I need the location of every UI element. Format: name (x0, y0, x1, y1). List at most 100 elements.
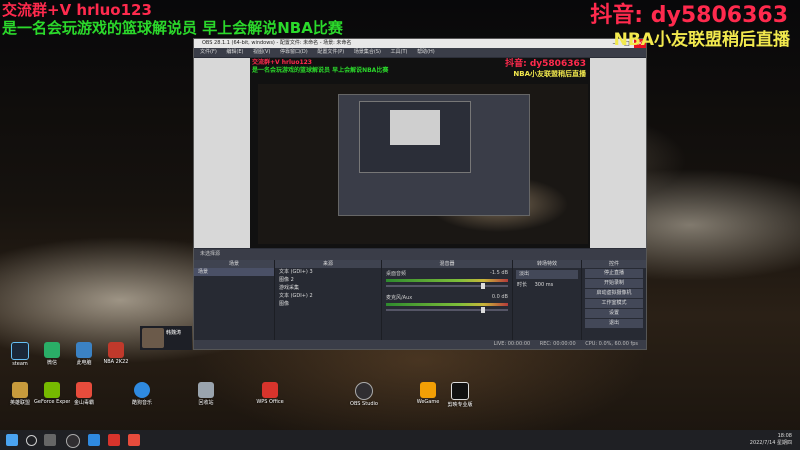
exit-button[interactable]: 退出 (585, 319, 643, 328)
obs-icon (355, 382, 373, 400)
controls-dock: 控件 停止直播 开始录制 启动虚拟摄像机 工作室模式 设置 退出 (582, 260, 646, 340)
volume-slider-handle[interactable] (481, 283, 486, 289)
overlay-intro-text: 是一名会玩游戏的篮球解说员 早上会解说NBA比赛 (2, 19, 343, 37)
controls-header: 控件 (582, 260, 646, 268)
windows-start-icon[interactable] (6, 434, 18, 446)
wechat-icon (44, 342, 60, 358)
source-item[interactable]: 图像 (275, 300, 381, 308)
desktop-icon-obs[interactable]: OBS Studio (346, 382, 382, 407)
studio-mode-button[interactable]: 工作室模式 (585, 299, 643, 308)
volume-slider-handle[interactable] (481, 307, 486, 313)
desktop-icon-recycle-bin[interactable]: 回收站 (188, 382, 224, 406)
steam-icon (11, 342, 29, 360)
preview-overlay-douyin: 抖音: dy5806363 (505, 59, 586, 69)
recycle-bin-icon (198, 382, 214, 398)
duration-input[interactable]: 300 ms (535, 282, 554, 288)
obs-window-title: OBS 28.1.1 (64-bit, windows) - 配置文件: 未命名… (202, 40, 352, 46)
desktop-icon-steam[interactable]: steam (2, 342, 38, 367)
volume-meter (386, 303, 508, 306)
menu-tools[interactable]: 工具(T) (391, 49, 408, 55)
streamer-name: 韩魏涛 (166, 330, 182, 336)
desktop-icon-duba[interactable]: 金山毒霸 (66, 382, 102, 406)
obs-taskbar-icon[interactable] (66, 434, 80, 448)
source-item[interactable]: 游戏采集 (275, 284, 381, 292)
system-clock[interactable]: 18:08 2022/7/14 星期四 (750, 433, 792, 447)
wps-taskbar-icon[interactable] (108, 434, 120, 446)
clock-time: 18:08 (777, 433, 792, 439)
preview-nested-obs-2 (359, 101, 471, 173)
source-item[interactable]: 文本 (GDI+) 2 (275, 292, 381, 300)
desktop-icon-label: 剪映专业版 (447, 402, 473, 408)
cpu-fps: CPU: 0.0%, 60.00 fps (585, 341, 638, 347)
search-icon[interactable] (26, 435, 37, 446)
desktop-icon-label: OBS Studio (350, 401, 378, 407)
duration-label: 时长 (517, 282, 528, 288)
app-taskbar-icon[interactable] (128, 434, 140, 446)
menu-view[interactable]: 视图(V) (253, 49, 270, 55)
volume-slider[interactable] (386, 283, 508, 289)
scenes-dock: 场景 场景 (194, 260, 275, 340)
obs-preview[interactable]: 交流群+V hrluo123 是一名会玩游戏的篮球解说员 早上会解说NBA比赛 … (250, 58, 590, 248)
obs-menu-bar: 文件(F) 编辑(E) 视图(V) 停靠窗口(D) 配置文件(P) 场景集合(S… (194, 48, 646, 57)
browser-taskbar-icon[interactable] (88, 434, 100, 446)
desktop-icon-lol[interactable]: 英雄联盟 (2, 382, 38, 406)
source-toolbar: 未选择源 (194, 249, 646, 260)
desktop-icon-label: NBA 2K22 (103, 359, 129, 365)
rec-timer: REC: 00:00:00 (539, 341, 576, 347)
menu-edit[interactable]: 编辑(E) (226, 49, 243, 55)
no-source-label: 未选择源 (200, 251, 221, 257)
desktop-icon-label: 英雄联盟 (9, 400, 30, 406)
desktop-icon-geforce[interactable]: GeForce Experience (34, 382, 70, 405)
obs-window[interactable]: OBS 28.1.1 (64-bit, windows) - 配置文件: 未命名… (193, 38, 647, 350)
menu-help[interactable]: 帮助(H) (417, 49, 435, 55)
source-item[interactable]: 图像 2 (275, 276, 381, 284)
overlay-schedule-text: NBA小友联盟稍后直播 (613, 30, 790, 50)
virtual-camera-button[interactable]: 启动虚拟摄像机 (585, 289, 643, 298)
volume-slider[interactable] (386, 307, 508, 313)
music-icon (134, 382, 150, 398)
duration-row: 时长 300 ms (513, 281, 581, 289)
desktop-icon-wechat[interactable]: 微信 (34, 342, 70, 366)
streamer-card[interactable]: 韩魏涛 (140, 326, 192, 350)
preview-overlay-schedule: NBA小友联盟稍后直播 (513, 70, 586, 78)
menu-docks[interactable]: 停靠窗口(D) (280, 49, 308, 55)
desktop-icon-nba2k22[interactable]: NBA 2K22 (98, 342, 134, 365)
start-recording-button[interactable]: 开始录制 (585, 279, 643, 288)
settings-button[interactable]: 设置 (585, 309, 643, 318)
mixer-channel-name: 麦克风/Aux (386, 295, 413, 301)
task-view-icon[interactable] (44, 434, 56, 446)
menu-scene-collection[interactable]: 场景集合(S) (354, 49, 381, 55)
desktop-icon-wps[interactable]: WPS Office (252, 382, 288, 405)
stop-streaming-button[interactable]: 停止直播 (585, 269, 643, 278)
desktop-icon-this-pc[interactable]: 此电脑 (66, 342, 102, 366)
desktop-icon-label: GeForce Experience (34, 399, 70, 405)
menu-file[interactable]: 文件(F) (200, 49, 217, 55)
desktop-icon-label: 金山毒霸 (73, 400, 94, 406)
overlay-douyin-text: 抖音: dy5806363 (590, 3, 788, 28)
desktop-icon-label: steam (12, 361, 28, 367)
desktop-icon-kugou[interactable]: 酷狗音乐 (124, 382, 160, 406)
overlay-group-text: 交流群+V hrluo123 (2, 1, 152, 19)
taskbar: 18:08 2022/7/14 星期四 (0, 430, 800, 450)
transition-select[interactable]: 淡出 (516, 270, 578, 279)
obs-title-bar[interactable]: OBS 28.1.1 (64-bit, windows) - 配置文件: 未命名… (194, 39, 646, 48)
desktop-icon-label: WeGame (416, 399, 440, 405)
preview-overlay-intro: 是一名会玩游戏的篮球解说员 早上会解说NBA比赛 (252, 67, 389, 74)
game-icon (108, 342, 124, 358)
mixer-channel: 桌面音频 -1.5 dB (382, 268, 512, 292)
volume-meter (386, 279, 508, 282)
preview-nested-obs (338, 94, 530, 216)
scene-item[interactable]: 场景 (194, 268, 274, 276)
jianying-icon (451, 382, 469, 400)
mixer-header: 混音器 (382, 260, 512, 268)
obs-docks: 场景 场景 来源 文本 (GDI+) 3 图像 2 游戏采集 文本 (GDI+)… (194, 260, 646, 340)
menu-profile[interactable]: 配置文件(P) (317, 49, 344, 55)
desktop-icon-wegame[interactable]: WeGame (410, 382, 446, 405)
desktop-icon-label: 此电脑 (76, 360, 92, 366)
mixer-dock: 混音器 桌面音频 -1.5 dB 麦克风/Aux 0.0 dB (382, 260, 513, 340)
desktop-icon-jianying[interactable]: 剪映专业版 (442, 382, 478, 408)
preview-desktop-capture (258, 84, 588, 244)
sources-header: 来源 (275, 260, 381, 268)
source-item[interactable]: 文本 (GDI+) 3 (275, 268, 381, 276)
nvidia-icon (44, 382, 60, 398)
